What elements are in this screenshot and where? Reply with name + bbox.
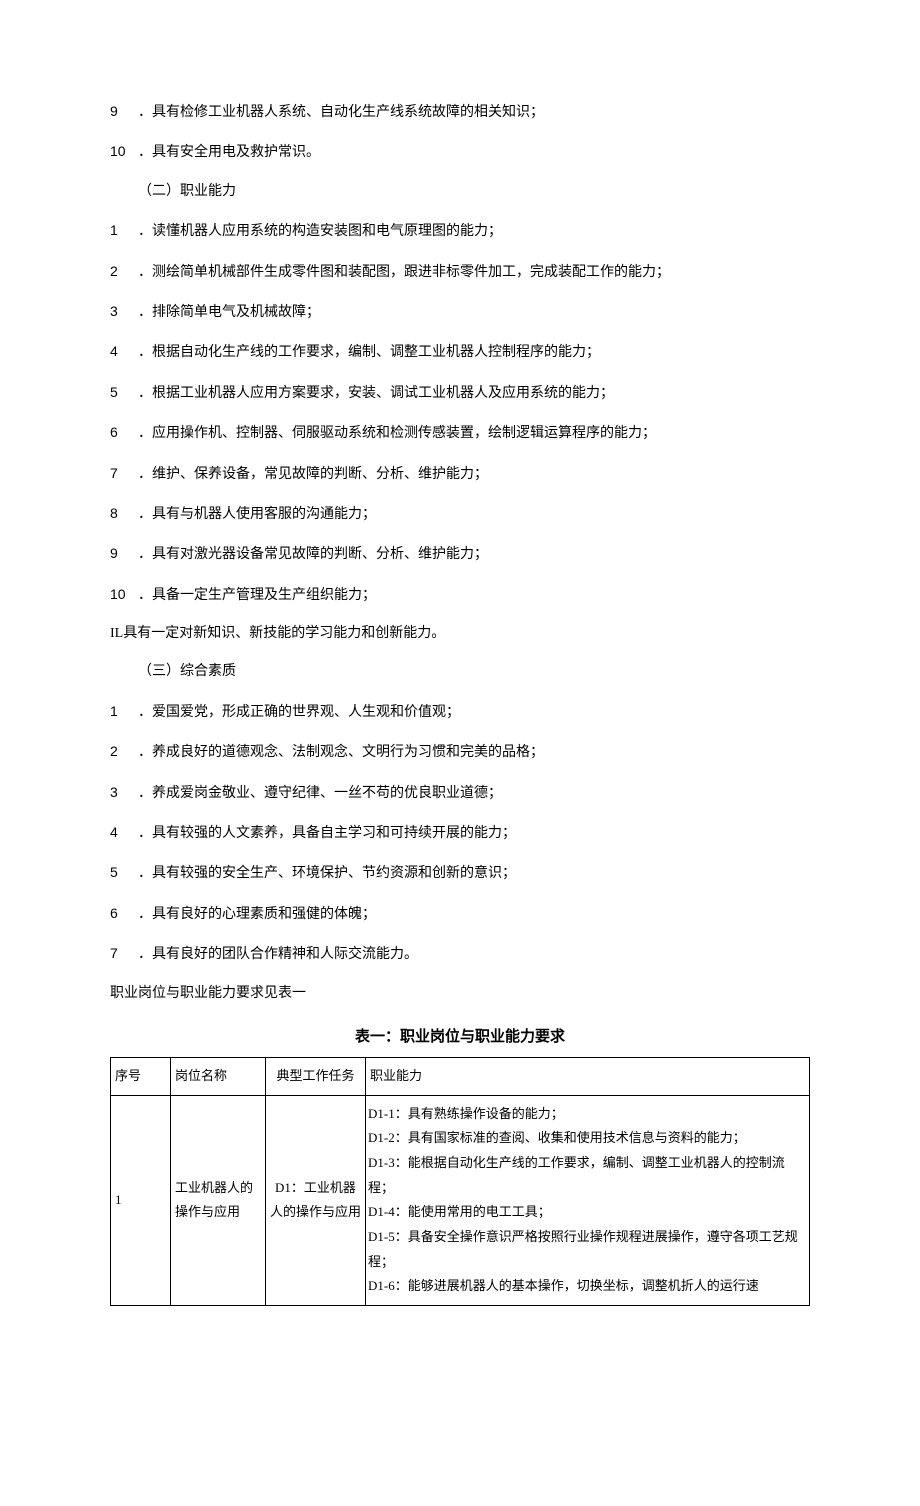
item-text: ．具有良好的心理素质和强健的体魄；	[138, 904, 810, 926]
section-heading-2: （二）职业能力	[110, 181, 810, 203]
item-number: 7	[110, 942, 138, 964]
item-number: 8	[110, 502, 138, 524]
item-text: ．根据工业机器人应用方案要求，安装、调试工业机器人及应用系统的能力；	[138, 383, 810, 405]
list-item: 8 ．具有与机器人使用客服的沟通能力；	[110, 502, 810, 526]
table-row: 1 工业机器人的操作与应用 D1：工业机器人的操作与应用 D1-1：具有熟练操作…	[111, 1095, 810, 1306]
item-number: 7	[110, 462, 138, 484]
item-number: 4	[110, 821, 138, 843]
header-ability: 职业能力	[366, 1057, 810, 1095]
list-item: 10 ．具有安全用电及救护常识。	[110, 140, 810, 164]
ability-line: D1-6：能够进展机器人的基本操作，切换坐标，调整机折人的运行速	[368, 1274, 805, 1299]
table-note: 职业岗位与职业能力要求见表一	[110, 983, 810, 1005]
list-item: 3 ．排除简单电气及机械故障；	[110, 300, 810, 324]
item-text: ．根据自动化生产线的工作要求，编制、调整工业机器人控制程序的能力；	[138, 342, 810, 364]
cell-abilities: D1-1：具有熟练操作设备的能力； D1-2：具有国家标准的查阅、收集和使用技术…	[366, 1095, 810, 1306]
list-item: 6 ．具有良好的心理素质和强健的体魄；	[110, 902, 810, 926]
ability-line: D1-3：能根据自动化生产线的工作要求，编制、调整工业机器人的控制流程；	[368, 1151, 805, 1200]
cell-task: D1：工业机器人的操作与应用	[266, 1095, 366, 1306]
list-item: 9 ．具有对激光器设备常见故障的判断、分析、维护能力；	[110, 542, 810, 566]
ability-line: D1-1：具有熟练操作设备的能力；	[368, 1102, 805, 1127]
item-number: 6	[110, 902, 138, 924]
list-item: 1 ．读懂机器人应用系统的构造安装图和电气原理图的能力；	[110, 219, 810, 243]
list-item: 5 ．根据工业机器人应用方案要求，安装、调试工业机器人及应用系统的能力；	[110, 381, 810, 405]
table-title: 表一：职业岗位与职业能力要求	[110, 1025, 810, 1049]
item-text: ．测绘简单机械部件生成零件图和装配图，跟进非标零件加工，完成装配工作的能力；	[138, 262, 810, 284]
item-number: 3	[110, 300, 138, 322]
item-text: ．具有较强的人文素养，具备自主学习和可持续开展的能力；	[138, 823, 810, 845]
list-section-2: 1 ．读懂机器人应用系统的构造安装图和电气原理图的能力； 2 ．测绘简单机械部件…	[110, 219, 810, 607]
table-header-row: 序号 岗位名称 典型工作任务 职业能力	[111, 1057, 810, 1095]
item-text: ．具有良好的团队合作精神和人际交流能力。	[138, 944, 810, 966]
list-item: 7 ．具有良好的团队合作精神和人际交流能力。	[110, 942, 810, 966]
job-ability-table: 序号 岗位名称 典型工作任务 职业能力 1 工业机器人的操作与应用 D1：工业机…	[110, 1057, 810, 1306]
item-number: 1	[110, 219, 138, 241]
document-content: 9 ．具有检修工业机器人系统、自动化生产线系统故障的相关知识； 10 ．具有安全…	[110, 100, 810, 1306]
list-item: 4 ．具有较强的人文素养，具备自主学习和可持续开展的能力；	[110, 821, 810, 845]
section-heading-3: （三）综合素质	[110, 661, 810, 683]
item-text: ．排除简单电气及机械故障；	[138, 302, 810, 324]
item-number: 4	[110, 340, 138, 362]
special-item-il: IL具有一定对新知识、新技能的学习能力和创新能力。	[110, 623, 810, 645]
list-item: 5 ．具有较强的安全生产、环境保护、节约资源和创新的意识；	[110, 861, 810, 885]
list-item: 9 ．具有检修工业机器人系统、自动化生产线系统故障的相关知识；	[110, 100, 810, 124]
item-text: ．具有安全用电及救护常识。	[138, 142, 810, 164]
list-section-3: 1 ．爱国爱党，形成正确的世界观、人生观和价值观； 2 ．养成良好的道德观念、法…	[110, 700, 810, 967]
list-item: 7 ．维护、保养设备，常见故障的判断、分析、维护能力；	[110, 462, 810, 486]
list-item: 6 ．应用操作机、控制器、伺服驱动系统和检测传感装置，绘制逻辑运算程序的能力；	[110, 421, 810, 445]
ability-line: D1-4：能使用常用的电工工具；	[368, 1200, 805, 1225]
list-item: 4 ．根据自动化生产线的工作要求，编制、调整工业机器人控制程序的能力；	[110, 340, 810, 364]
item-text: ．具有检修工业机器人系统、自动化生产线系统故障的相关知识；	[138, 102, 810, 124]
list-item: 2 ．测绘简单机械部件生成零件图和装配图，跟进非标零件加工，完成装配工作的能力；	[110, 260, 810, 284]
item-number: 5	[110, 381, 138, 403]
list-section-1: 9 ．具有检修工业机器人系统、自动化生产线系统故障的相关知识； 10 ．具有安全…	[110, 100, 810, 165]
item-text: ．维护、保养设备，常见故障的判断、分析、维护能力；	[138, 464, 810, 486]
item-number: 2	[110, 740, 138, 762]
item-number: 6	[110, 421, 138, 443]
item-number: 9	[110, 100, 138, 122]
item-text: ．具有与机器人使用客服的沟通能力；	[138, 504, 810, 526]
item-text: ．应用操作机、控制器、伺服驱动系统和检测传感装置，绘制逻辑运算程序的能力；	[138, 423, 810, 445]
cell-seq: 1	[111, 1095, 171, 1306]
item-text: ．具有对激光器设备常见故障的判断、分析、维护能力；	[138, 544, 810, 566]
ability-line: D1-5：具备安全操作意识严格按照行业操作规程进展操作，遵守各项工艺规程；	[368, 1225, 805, 1274]
item-number: 2	[110, 260, 138, 282]
list-item: 1 ．爱国爱党，形成正确的世界观、人生观和价值观；	[110, 700, 810, 724]
list-item: 10 ．具备一定生产管理及生产组织能力；	[110, 583, 810, 607]
item-number: 5	[110, 861, 138, 883]
cell-position: 工业机器人的操作与应用	[171, 1095, 266, 1306]
ability-line: D1-2：具有国家标准的查阅、收集和使用技术信息与资料的能力；	[368, 1126, 805, 1151]
list-item: 3 ．养成爱岗金敬业、遵守纪律、一丝不苟的优良职业道德；	[110, 781, 810, 805]
header-task: 典型工作任务	[266, 1057, 366, 1095]
item-number: 3	[110, 781, 138, 803]
item-number: 10	[110, 140, 138, 162]
item-text: ．读懂机器人应用系统的构造安装图和电气原理图的能力；	[138, 221, 810, 243]
item-text: ．养成良好的道德观念、法制观念、文明行为习惯和完美的品格；	[138, 742, 810, 764]
item-text: ．养成爱岗金敬业、遵守纪律、一丝不苟的优良职业道德；	[138, 783, 810, 805]
item-number: 1	[110, 700, 138, 722]
item-text: ．爱国爱党，形成正确的世界观、人生观和价值观；	[138, 702, 810, 724]
item-text: ．具备一定生产管理及生产组织能力；	[138, 585, 810, 607]
header-position: 岗位名称	[171, 1057, 266, 1095]
item-number: 9	[110, 542, 138, 564]
header-seq: 序号	[111, 1057, 171, 1095]
list-item: 2 ．养成良好的道德观念、法制观念、文明行为习惯和完美的品格；	[110, 740, 810, 764]
item-text: ．具有较强的安全生产、环境保护、节约资源和创新的意识；	[138, 863, 810, 885]
item-number: 10	[110, 583, 138, 605]
